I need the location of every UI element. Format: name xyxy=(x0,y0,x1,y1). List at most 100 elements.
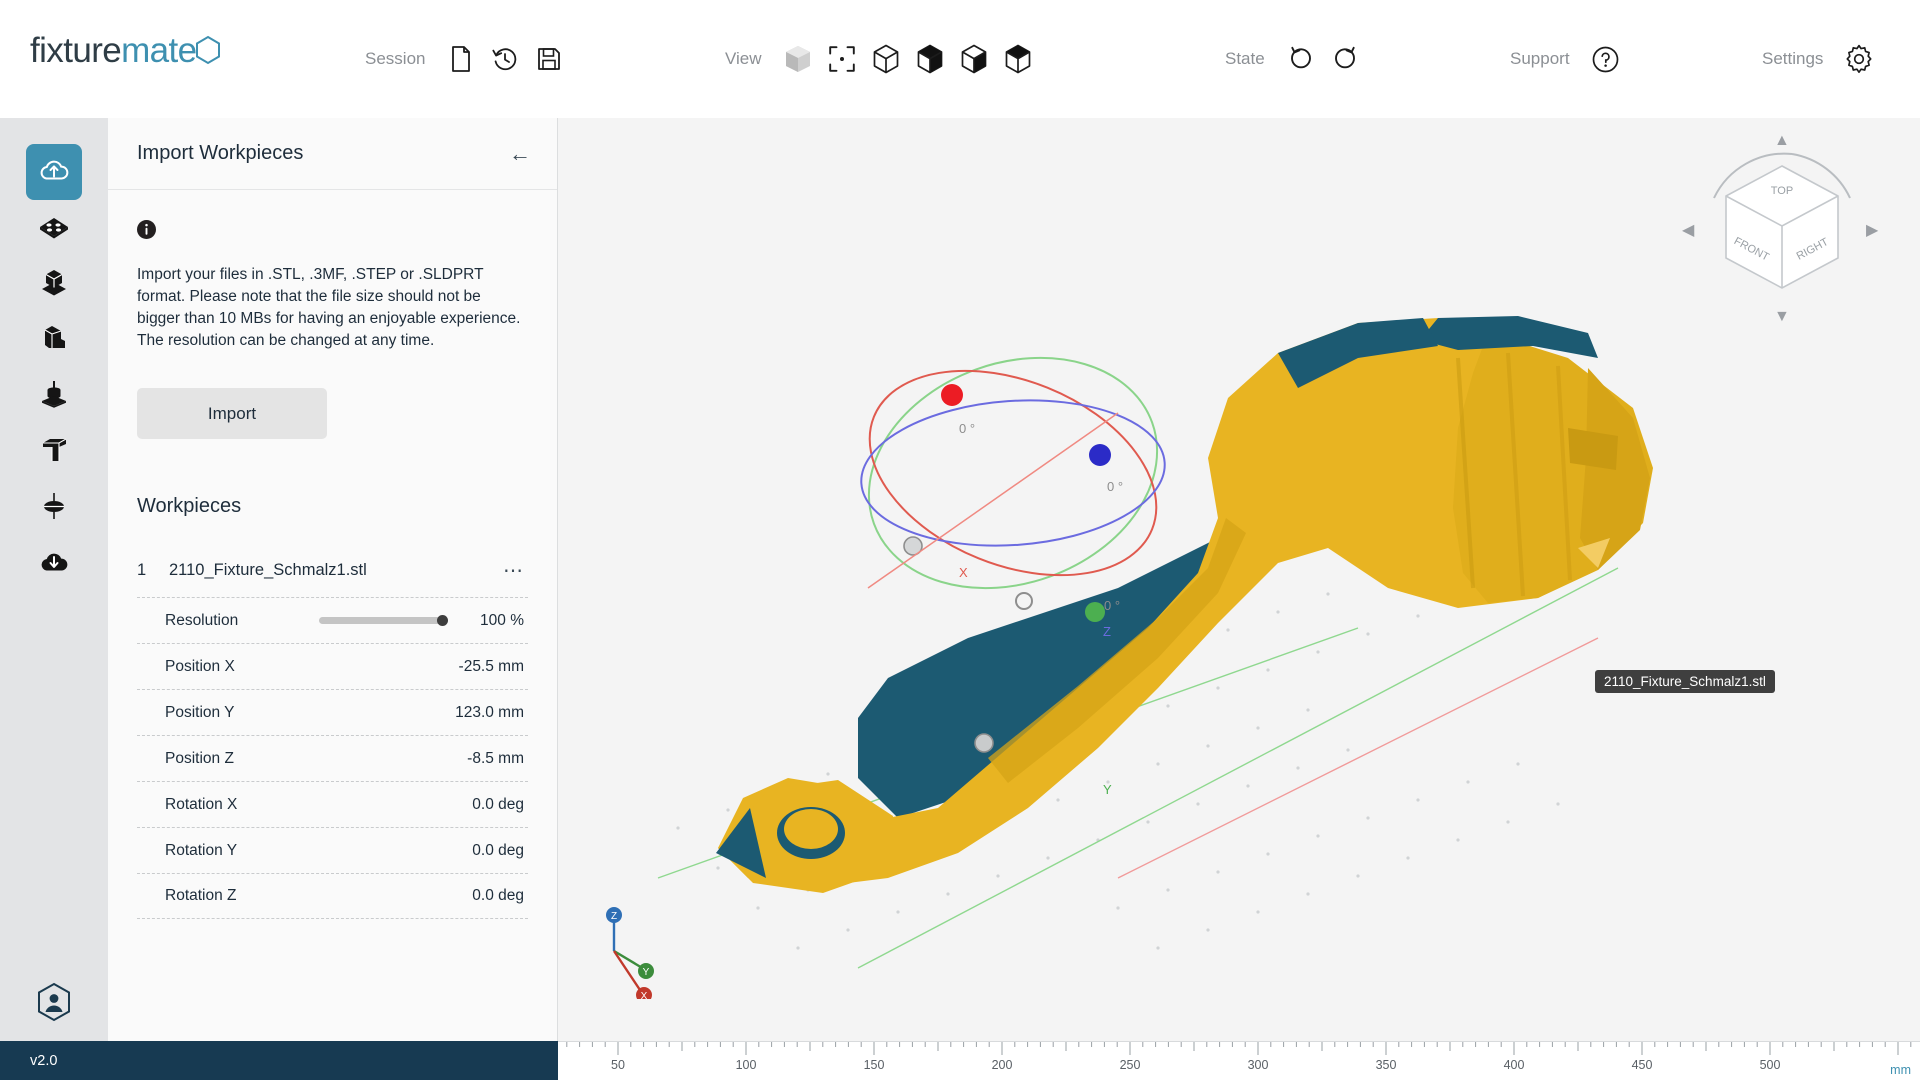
back-arrow-icon[interactable]: ← xyxy=(509,143,531,165)
support-label: Support xyxy=(1510,49,1570,69)
shaded-cube-icon[interactable] xyxy=(776,37,820,81)
fit-to-view-icon[interactable] xyxy=(820,37,864,81)
ruler-tick-label: 300 xyxy=(1246,1058,1270,1072)
slider-knob[interactable] xyxy=(437,615,448,626)
view-cube-widget[interactable]: TOP FRONT RIGHT ▲ ▼ ◀ ▶ xyxy=(1692,136,1872,336)
property-value[interactable]: -8.5 mm xyxy=(467,750,524,768)
ruler-tick-label: 250 xyxy=(1118,1058,1142,1072)
axis-triad-label-z: Z xyxy=(611,911,617,922)
workpiece-filename: 2110_Fixture_Schmalz1.stl xyxy=(169,561,481,580)
sidebar-item-spindle[interactable] xyxy=(26,480,82,536)
property-label: Rotation Y xyxy=(165,842,237,860)
property-value: 100 % xyxy=(480,612,524,630)
cube-front-dark-icon[interactable] xyxy=(908,37,952,81)
gear-icon[interactable] xyxy=(1837,37,1881,81)
session-history-icon[interactable] xyxy=(483,37,527,81)
workpieces-heading: Workpieces xyxy=(137,495,528,518)
property-value[interactable]: 123.0 mm xyxy=(455,704,524,722)
view-cube-face-top: TOP xyxy=(1771,185,1793,197)
sidebar-item-angle-brackets[interactable] xyxy=(26,312,82,368)
view-nav-down-icon[interactable]: ▼ xyxy=(1774,308,1790,326)
session-label: Session xyxy=(365,49,425,69)
view-nav-right-icon[interactable]: ▶ xyxy=(1866,220,1878,240)
sidebar-item-clamps[interactable] xyxy=(26,368,82,424)
view-label: View xyxy=(725,49,762,69)
state-label: State xyxy=(1225,49,1265,69)
property-label: Position Z xyxy=(165,750,234,768)
page-title: Import Workpieces xyxy=(137,142,303,165)
resolution-slider[interactable] xyxy=(319,617,446,624)
logo-hexagon-icon xyxy=(194,35,222,70)
property-value[interactable]: 0.0 deg xyxy=(472,796,524,814)
new-session-icon[interactable] xyxy=(439,37,483,81)
gizmo-axis-label-y: Y xyxy=(1103,782,1112,797)
top-toolbar: fixturemate Session View xyxy=(0,0,1920,118)
undo-icon[interactable] xyxy=(1279,37,1323,81)
logo-text-secondary: mate xyxy=(121,31,196,70)
property-label: Rotation X xyxy=(165,796,237,814)
app-version: v2.0 xyxy=(30,1053,57,1069)
sidebar-top-items xyxy=(0,144,108,592)
property-value[interactable]: -25.5 mm xyxy=(459,658,524,676)
object-name-tooltip[interactable]: 2110_Fixture_Schmalz1.stl xyxy=(1595,670,1775,693)
workpiece-list-item[interactable]: 1 2110_Fixture_Schmalz1.stl ⋯ xyxy=(137,558,528,583)
ruler-tick-label: 200 xyxy=(990,1058,1014,1072)
angle-block-icon xyxy=(39,323,69,358)
settings-group: Settings xyxy=(1762,35,1881,83)
sidebar-item-account[interactable] xyxy=(26,976,82,1032)
property-row-position-z: Position Z -8.5 mm xyxy=(137,735,528,781)
resolution-control: 100 % xyxy=(319,612,524,630)
logo-text-primary: fixture xyxy=(30,31,121,70)
property-label: Resolution xyxy=(165,612,238,630)
cube-right-dark-icon[interactable] xyxy=(952,37,996,81)
info-description: Import your files in .STL, .3MF, .STEP o… xyxy=(137,264,527,352)
import-workpieces-panel: Import Workpieces ← Import your files in… xyxy=(108,118,558,1041)
view-nav-up-icon[interactable]: ▲ xyxy=(1774,132,1790,150)
view-cube[interactable]: TOP FRONT RIGHT xyxy=(1692,136,1872,336)
app-logo[interactable]: fixturemate xyxy=(30,33,222,70)
cube-wireframe-icon[interactable] xyxy=(864,37,908,81)
workpiece-properties: Resolution 100 % Position X -25.5 mm Pos… xyxy=(137,597,528,919)
ruler-tick-label: 500 xyxy=(1758,1058,1782,1072)
import-button[interactable]: Import xyxy=(137,388,327,439)
app-root: fixturemate Session View xyxy=(0,0,1920,1080)
workpiece-index: 1 xyxy=(137,561,147,580)
ruler-unit-label: mm xyxy=(1890,1063,1911,1077)
sidebar-item-import-workpieces[interactable] xyxy=(26,144,82,200)
logo-text: fixturemate xyxy=(30,33,197,68)
gizmo-angle-readout-2: 0 ° xyxy=(1107,479,1123,494)
property-row-rotation-y: Rotation Y 0.0 deg xyxy=(137,827,528,873)
save-session-icon[interactable] xyxy=(527,37,571,81)
support-group: Support xyxy=(1510,35,1628,83)
more-options-icon[interactable]: ⋯ xyxy=(503,558,524,583)
cube-on-base-icon xyxy=(37,267,71,302)
property-row-resolution: Resolution 100 % xyxy=(137,597,528,643)
view-group: View xyxy=(725,35,1040,83)
sidebar-item-export[interactable] xyxy=(26,536,82,592)
user-hexagon-icon xyxy=(35,982,73,1027)
axis-triad: Z Y X xyxy=(558,889,656,999)
sidebar-item-blocks[interactable] xyxy=(26,256,82,312)
3d-viewport[interactable]: 0 ° 0 ° 0 ° X Y Z 2110_Fixture_Schmalz1.… xyxy=(558,118,1920,1041)
panel-header: Import Workpieces ← xyxy=(108,118,557,190)
gizmo-handle-x xyxy=(941,384,963,406)
session-group: Session xyxy=(365,35,571,83)
gizmo-handle-y xyxy=(1085,602,1105,622)
view-nav-left-icon[interactable]: ◀ xyxy=(1682,220,1694,240)
gizmo-pivot-small xyxy=(1016,593,1032,609)
settings-label: Settings xyxy=(1762,49,1823,69)
sidebar-item-base-plate[interactable] xyxy=(26,200,82,256)
sidebar-item-supports[interactable] xyxy=(26,424,82,480)
gizmo-angle-readout-3: 0 ° xyxy=(1104,598,1120,613)
axis-triad-label-y: Y xyxy=(643,967,650,978)
gizmo-handle-z xyxy=(1089,444,1111,466)
sidebar-bottom-items xyxy=(0,976,108,1032)
property-value[interactable]: 0.0 deg xyxy=(472,887,524,905)
cloud-upload-icon xyxy=(38,157,70,188)
horizontal-ruler[interactable]: 50100150200250300350400450500 mm xyxy=(558,1041,1920,1080)
info-icon xyxy=(137,220,528,244)
property-value[interactable]: 0.0 deg xyxy=(472,842,524,860)
cube-top-dark-icon[interactable] xyxy=(996,37,1040,81)
redo-icon[interactable] xyxy=(1323,37,1367,81)
help-circle-icon[interactable] xyxy=(1584,37,1628,81)
